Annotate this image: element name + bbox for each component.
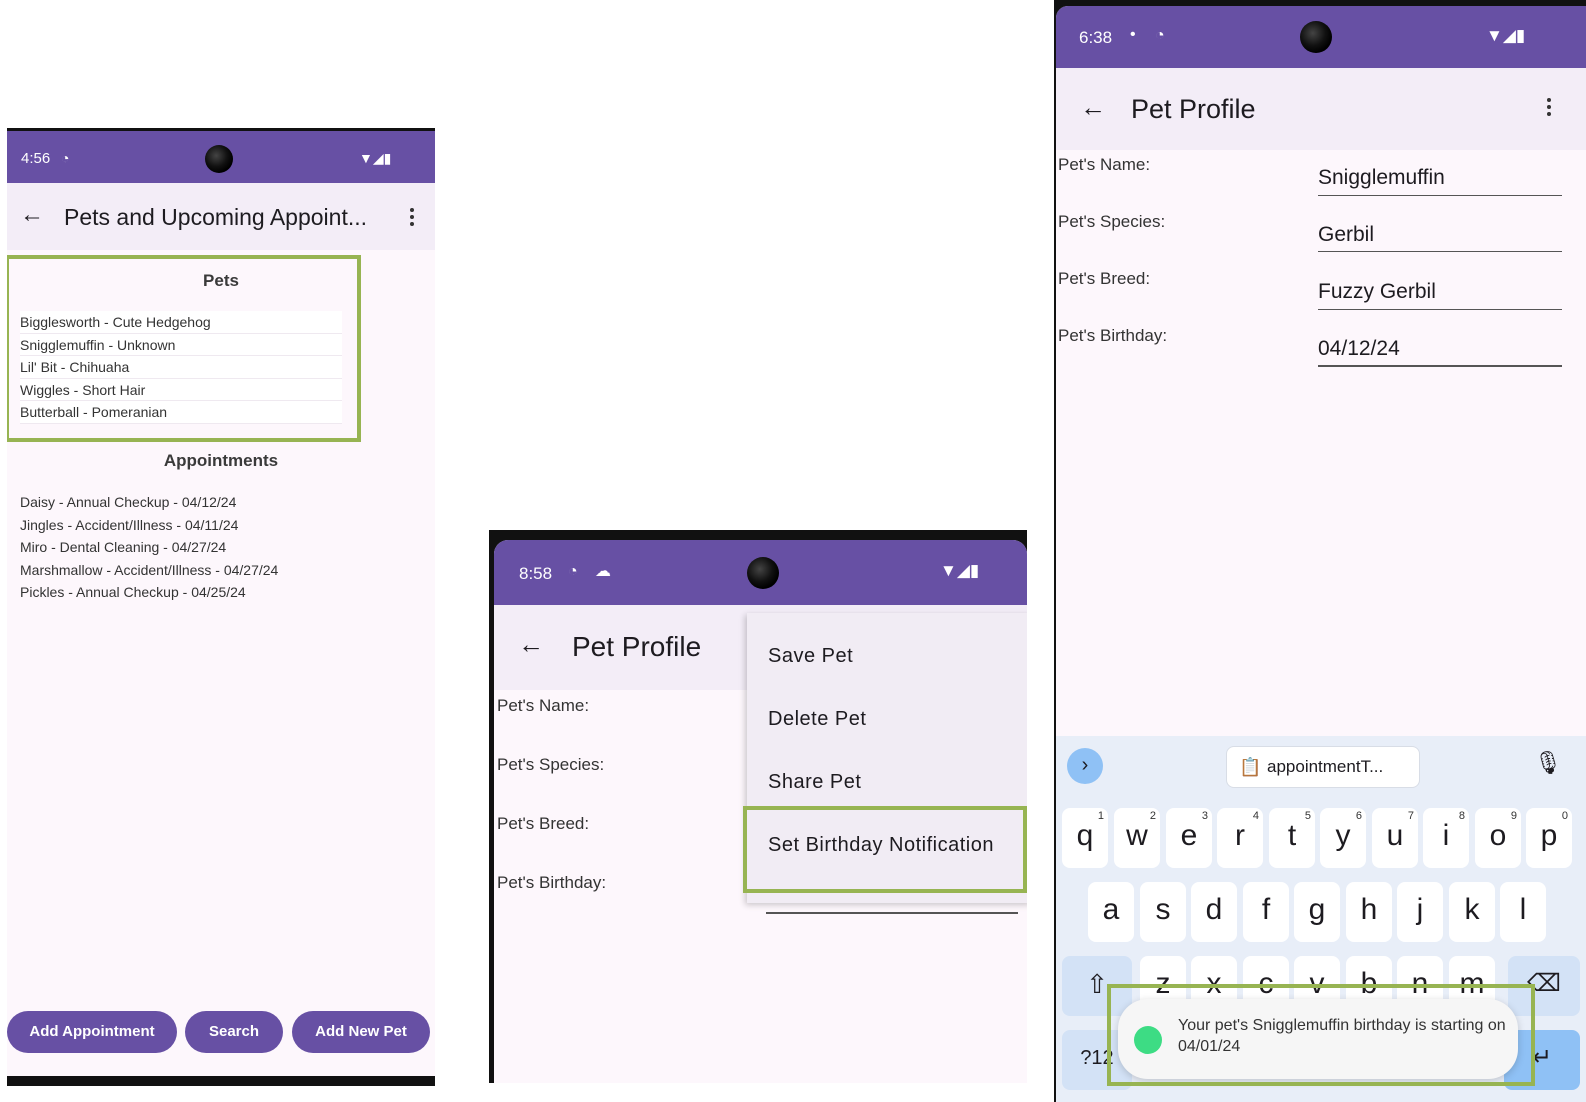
status-time: 6:38 bbox=[1079, 28, 1113, 47]
key-y[interactable]: y6 bbox=[1320, 808, 1366, 868]
key-j[interactable]: j bbox=[1397, 882, 1443, 942]
menu-item-share-pet[interactable]: Share Pet bbox=[768, 771, 861, 794]
microphone-icon[interactable]: 🎙 bbox=[1534, 750, 1562, 776]
wifi-signal-battery-icon: ▼◢▮ bbox=[940, 561, 980, 580]
pet-breed-label: Pet's Breed: bbox=[497, 814, 590, 833]
pet-name-label: Pet's Name: bbox=[1058, 155, 1151, 174]
key-w[interactable]: w2 bbox=[1114, 808, 1160, 868]
page-title: Pet Profile bbox=[1131, 94, 1256, 124]
pet-species-label: Pet's Species: bbox=[1058, 212, 1166, 231]
status-bar: 4:56 ◔ ▼◢▮ bbox=[7, 128, 435, 183]
key-h[interactable]: h bbox=[1346, 882, 1392, 942]
pet-birthday-label: Pet's Birthday: bbox=[1058, 326, 1168, 345]
app-bar: ← Pet Profile bbox=[1056, 68, 1586, 150]
menu-item-save-pet[interactable]: Save Pet bbox=[768, 645, 853, 668]
appointments-list: Daisy - Annual Checkup - 04/12/24 Jingle… bbox=[20, 491, 342, 604]
sync-icon: ◔ bbox=[61, 150, 70, 166]
menu-item-delete-pet[interactable]: Delete Pet bbox=[768, 708, 866, 731]
page-title: Pet Profile bbox=[572, 631, 702, 662]
pet-name-field[interactable]: Snigglemuffin bbox=[1318, 166, 1445, 190]
back-arrow-icon[interactable]: ← bbox=[1080, 92, 1106, 123]
key-i[interactable]: i8 bbox=[1423, 808, 1469, 868]
wifi-signal-battery-icon: ▼◢▮ bbox=[359, 150, 392, 166]
pet-species-label: Pet's Species: bbox=[497, 755, 605, 774]
key-a[interactable]: a bbox=[1088, 882, 1134, 942]
page-title: Pets and Upcoming Appoint... bbox=[64, 204, 368, 230]
key-r[interactable]: r4 bbox=[1217, 808, 1263, 868]
camera-cutout bbox=[205, 145, 233, 173]
overflow-menu-icon[interactable] bbox=[410, 208, 414, 229]
pet-birthday-label: Pet's Birthday: bbox=[497, 873, 607, 892]
list-item[interactable]: Pickles - Annual Checkup - 04/25/24 bbox=[20, 581, 342, 604]
key-o[interactable]: o9 bbox=[1475, 808, 1521, 868]
list-item[interactable]: Jingles - Accident/Illness - 04/11/24 bbox=[20, 514, 342, 537]
phone-pet-profile-menu: 8:58 ◔ ☁ ▼◢▮ ← Pet Profile Pet's Name: P… bbox=[489, 530, 1027, 1083]
back-arrow-icon[interactable]: ← bbox=[518, 629, 544, 660]
list-item[interactable]: Daisy - Annual Checkup - 04/12/24 bbox=[20, 491, 342, 514]
chevron-right-icon[interactable]: › bbox=[1067, 748, 1103, 784]
field-underline bbox=[1318, 309, 1562, 310]
search-button[interactable]: Search bbox=[185, 1011, 283, 1053]
clipboard-icon: 📋 bbox=[1239, 757, 1262, 777]
key-u[interactable]: u7 bbox=[1372, 808, 1418, 868]
highlight-box bbox=[743, 806, 1027, 893]
key-f[interactable]: f bbox=[1243, 882, 1289, 942]
key-q[interactable]: q1 bbox=[1062, 808, 1108, 868]
camera-cutout bbox=[1300, 21, 1332, 53]
clipboard-text: appointmentT... bbox=[1267, 757, 1384, 776]
camera-cutout bbox=[747, 557, 779, 589]
appointments-heading: Appointments bbox=[163, 451, 279, 470]
clipboard-suggestion[interactable]: 📋 appointmentT... bbox=[1226, 746, 1420, 788]
add-appointment-button[interactable]: Add Appointment bbox=[7, 1011, 177, 1053]
pet-species-field[interactable]: Gerbil bbox=[1318, 223, 1374, 247]
app-bar: ← Pets and Upcoming Appoint... bbox=[7, 183, 435, 250]
dot-icon: • bbox=[1130, 26, 1136, 43]
back-arrow-icon[interactable]: ← bbox=[20, 201, 44, 229]
cloud-icon: ☁ bbox=[595, 563, 611, 580]
key-l[interactable]: l bbox=[1500, 882, 1546, 942]
key-g[interactable]: g bbox=[1294, 882, 1340, 942]
pet-birthday-field[interactable]: 04/12/24 bbox=[1318, 337, 1400, 361]
key-d[interactable]: d bbox=[1191, 882, 1237, 942]
sync-icon: ◔ bbox=[1155, 27, 1165, 44]
key-k[interactable]: k bbox=[1449, 882, 1495, 942]
status-bar: 8:58 ◔ ☁ ▼◢▮ bbox=[494, 540, 1027, 605]
overflow-menu-icon[interactable] bbox=[1547, 98, 1551, 119]
list-item[interactable]: Miro - Dental Cleaning - 04/27/24 bbox=[20, 536, 342, 559]
navigation-bar bbox=[7, 1076, 435, 1086]
key-e[interactable]: e3 bbox=[1166, 808, 1212, 868]
key-p[interactable]: p0 bbox=[1526, 808, 1572, 868]
status-time: 4:56 bbox=[21, 150, 51, 167]
phone-pets-list: 4:56 ◔ ▼◢▮ ← Pets and Upcoming Appoint..… bbox=[7, 128, 435, 1086]
key-s[interactable]: s bbox=[1140, 882, 1186, 942]
phone-pet-profile-edit: 6:38 • ◔ ▼◢▮ ← Pet Profile Pet's Name: S… bbox=[1054, 0, 1586, 1102]
wifi-signal-battery-icon: ▼◢▮ bbox=[1486, 26, 1526, 45]
status-bar: 6:38 • ◔ ▼◢▮ bbox=[1056, 6, 1586, 68]
list-item[interactable]: Marshmallow - Accident/Illness - 04/27/2… bbox=[20, 559, 342, 582]
pet-breed-label: Pet's Breed: bbox=[1058, 269, 1151, 288]
birthday-field-underline bbox=[766, 912, 1018, 914]
screen: 6:38 • ◔ ▼◢▮ ← Pet Profile Pet's Name: S… bbox=[1056, 6, 1586, 1102]
highlight-box bbox=[7, 255, 361, 442]
add-new-pet-button[interactable]: Add New Pet bbox=[292, 1011, 430, 1053]
field-underline bbox=[1318, 251, 1562, 252]
status-time: 8:58 bbox=[519, 564, 553, 583]
sync-icon: ◔ bbox=[568, 563, 578, 580]
field-underline bbox=[1318, 195, 1562, 196]
key-t[interactable]: t5 bbox=[1269, 808, 1315, 868]
highlight-box bbox=[1107, 984, 1535, 1086]
pet-name-label: Pet's Name: bbox=[497, 696, 590, 715]
pet-breed-field[interactable]: Fuzzy Gerbil bbox=[1318, 280, 1436, 304]
field-underline-active bbox=[1318, 365, 1562, 367]
